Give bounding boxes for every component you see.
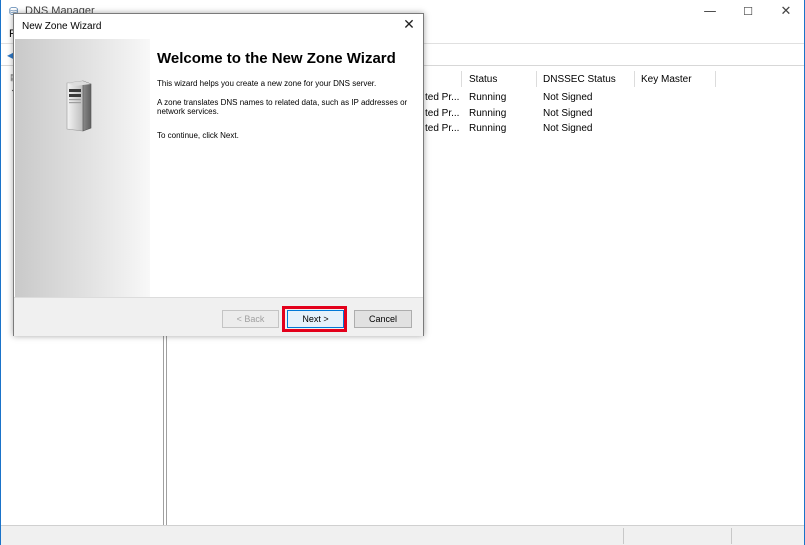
server-icon (66, 80, 92, 132)
close-icon[interactable]: ✕ (401, 17, 417, 35)
wizard-heading: Welcome to the New Zone Wizard (157, 50, 396, 67)
wizard-title: New Zone Wizard (22, 21, 102, 32)
column-separator (715, 71, 716, 87)
cell-dnssec-status: Not Signed (543, 108, 593, 119)
cell-status: Running (469, 123, 507, 134)
column-header-dnssec-status[interactable]: DNSSEC Status (543, 74, 616, 85)
cell-dnssec-status: Not Signed (543, 92, 593, 103)
cell-dnssec-status: Not Signed (543, 123, 593, 134)
wizard-button-bar: < Back Next > Cancel (14, 297, 423, 336)
wizard-zone-explanation: A zone translates DNS names to related d… (157, 98, 408, 116)
cell-status: Running (469, 108, 507, 119)
status-separator (623, 528, 624, 544)
column-separator (461, 71, 462, 87)
cancel-button[interactable]: Cancel (354, 310, 412, 328)
close-icon[interactable]: ✕ (767, 0, 805, 24)
status-bar (1, 525, 804, 545)
maximize-icon[interactable]: ☐ (729, 0, 767, 24)
next-button-highlight (282, 306, 347, 332)
cell-type: ted Pr... (425, 92, 460, 103)
cell-type: ted Pr... (425, 123, 460, 134)
column-header-key-master[interactable]: Key Master (641, 74, 692, 85)
cell-status: Running (469, 92, 507, 103)
minimize-icon[interactable]: — (691, 0, 729, 24)
wizard-banner (15, 39, 150, 297)
back-button[interactable]: < Back (222, 310, 279, 328)
status-separator (731, 528, 732, 544)
column-separator (536, 71, 537, 87)
column-separator (634, 71, 635, 87)
cell-type: ted Pr... (425, 108, 460, 119)
column-header-status[interactable]: Status (469, 74, 497, 85)
new-zone-wizard-dialog: New Zone Wizard ✕ Welcome to the New Zon… (13, 13, 424, 336)
wizard-content: Welcome to the New Zone Wizard This wiza… (157, 51, 412, 140)
wizard-continue-instruction: To continue, click Next. (157, 131, 239, 140)
wizard-title-bar[interactable]: New Zone Wizard ✕ (14, 14, 423, 39)
wizard-description: This wizard helps you create a new zone … (157, 79, 377, 88)
